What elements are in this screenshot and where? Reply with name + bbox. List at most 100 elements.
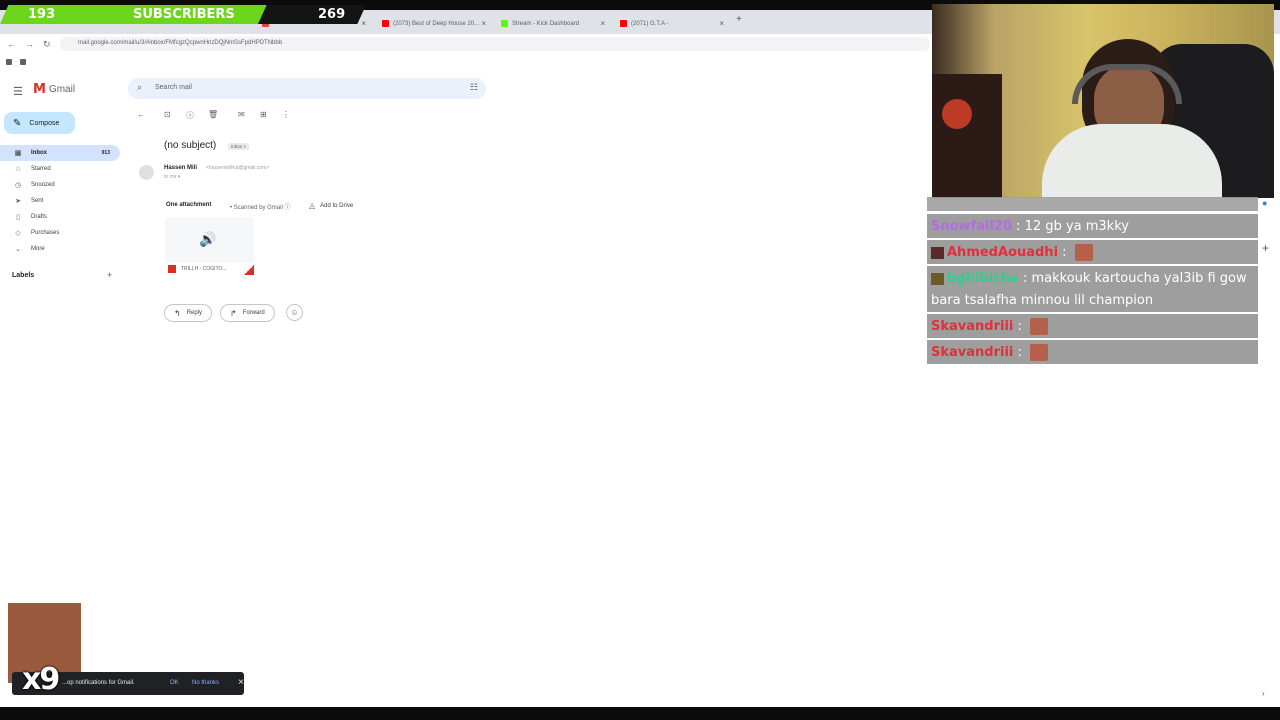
search-input[interactable]: ⌕ Search mail ☷: [128, 78, 486, 99]
tab-label: (2071) G.T.A -: [631, 20, 669, 27]
add-panel-icon[interactable]: +: [1262, 241, 1269, 255]
sidebar: ▣ Inbox 913 ☆ Starred ◷ Snoozed ➤ Sent ▯…: [0, 145, 124, 257]
forward-button[interactable]: ↱ Forward: [220, 304, 275, 322]
sidebar-item-purchases[interactable]: ◇ Purchases: [0, 225, 124, 241]
reload-icon[interactable]: ↻: [43, 39, 51, 50]
attachment-filename: TRILLH - COGITO...: [181, 266, 227, 272]
reply-button[interactable]: ↰ Reply: [164, 304, 213, 322]
subscriber-label: SUBSCRIBERS: [133, 7, 235, 22]
new-tab-icon[interactable]: +: [736, 14, 742, 25]
no-thanks-button[interactable]: No thanks: [192, 680, 219, 686]
close-icon[interactable]: ×: [719, 19, 724, 28]
search-icon[interactable]: ⌕: [137, 82, 142, 93]
chat-username: Skavandriii: [931, 319, 1014, 334]
mark-unread-icon[interactable]: ✉: [238, 110, 245, 119]
attachment-heading: One attachment: [166, 202, 211, 208]
move-to-icon[interactable]: ⊞: [260, 110, 267, 119]
add-label-icon[interactable]: +: [107, 270, 112, 280]
sidebar-item-more[interactable]: ⌄ More: [0, 241, 124, 257]
sidebar-item-sent[interactable]: ➤ Sent: [0, 193, 124, 209]
sidebar-item-starred[interactable]: ☆ Starred: [0, 161, 124, 177]
laughing-emote-icon: [1074, 244, 1093, 261]
recipient-details[interactable]: to me ▾: [164, 174, 180, 180]
browser-tab[interactable]: (2073) Best of Deep House 20... ×: [376, 13, 492, 34]
chat-username: AhmedAouadhi: [947, 245, 1059, 260]
chat-message: AhmedAouadhi :: [927, 240, 1258, 264]
gmail-wordmark: Gmail: [48, 84, 76, 95]
delete-icon[interactable]: 🗑: [208, 110, 218, 119]
sidebar-item-label: Inbox: [31, 150, 47, 156]
chat-text: :: [1013, 319, 1027, 334]
gmail-logo[interactable]: M Gmail: [33, 82, 75, 97]
webcam-person-hoodie: [1042, 124, 1222, 198]
close-icon[interactable]: ×: [600, 19, 605, 28]
forward-label: Forward: [242, 310, 265, 316]
chat-text: :: [1013, 345, 1027, 360]
add-to-drive-label: Add to Drive: [320, 202, 354, 209]
youtube-icon: [620, 20, 627, 27]
chat-username: Snowfall20: [931, 219, 1012, 234]
add-to-drive-button[interactable]: ◬ Add to Drive: [309, 201, 353, 210]
scroll-down-icon[interactable]: ›: [1262, 689, 1265, 698]
subscriber-bar-segment: [0, 5, 140, 24]
contacts-icon[interactable]: ●: [1262, 198, 1267, 208]
chat-username: bghibicha: [947, 271, 1019, 286]
sidebar-item-drafts[interactable]: ▯ Drafts: [0, 209, 124, 225]
subscriber-goal: 269: [318, 7, 346, 22]
emote-multiplier: x9: [22, 662, 60, 697]
sword-badge-icon: [931, 246, 944, 259]
chat-message: bghibicha : makkouk kartoucha yal3ib fi …: [927, 266, 1258, 312]
sidebar-item-label: Sent: [31, 198, 44, 204]
inbox-label-badge[interactable]: Inbox ×: [228, 143, 249, 150]
browser-tab[interactable]: (2071) G.T.A - ×: [614, 13, 730, 34]
apps-icon[interactable]: [20, 59, 26, 65]
reply-icon: ↰: [174, 308, 181, 318]
archive-icon[interactable]: ⊡: [164, 110, 171, 119]
search-options-icon[interactable]: ☷: [470, 82, 478, 93]
attachment-count: One attachment: [166, 202, 212, 208]
emoji-reaction-button[interactable]: ☺: [286, 304, 303, 321]
bookmark-icon[interactable]: [6, 59, 12, 65]
sidebar-item-inbox[interactable]: ▣ Inbox 913: [0, 145, 120, 161]
audio-file-icon: 🔊: [199, 231, 217, 247]
drive-icon: ◬: [309, 201, 316, 210]
search-placeholder: Search mail: [155, 84, 192, 91]
tab-label: Stream - Kick Dashboard: [512, 20, 580, 27]
browser-tab[interactable]: Stream - Kick Dashboard ×: [495, 13, 611, 34]
url-field[interactable]: mail.google.com/mail/u/3/#inbox/FMfcgzQc…: [60, 37, 930, 51]
compose-button[interactable]: ✎ Compose: [4, 112, 75, 134]
tag-icon: ◇: [15, 230, 21, 237]
file-type-icon: [168, 265, 176, 273]
gmail-header: ☰ M Gmail ⌕ Search mail ☷: [0, 72, 930, 106]
laughing-emote-icon: [1030, 318, 1049, 335]
forward-arrow-icon[interactable]: →: [25, 39, 34, 49]
labels-heading: Labels: [12, 272, 35, 279]
clock-icon: ◷: [14, 182, 22, 189]
unread-count: 913: [101, 150, 110, 156]
chevron-down-icon: ⌄: [15, 246, 21, 253]
notification-message: ...op notifications for Gmail.: [62, 680, 135, 686]
ok-button[interactable]: OK: [170, 680, 179, 686]
chat-username: Skavandriii: [931, 345, 1014, 360]
hamburger-menu-icon[interactable]: ☰: [13, 85, 23, 98]
attachment-card[interactable]: 🔊 TRILLH - COGITO...: [165, 217, 254, 275]
sidebar-item-label: Snoozed: [31, 182, 55, 188]
back-arrow-icon[interactable]: ←: [137, 110, 145, 119]
file-corner-icon: [244, 265, 254, 275]
sidebar-item-label: Starred: [31, 166, 51, 172]
forward-icon: ↱: [230, 308, 237, 318]
chat-overlay: Snowfall20 : 12 gb ya m3kky AhmedAouadhi…: [926, 197, 1258, 367]
webcam-shelf: [932, 74, 1002, 198]
more-options-icon[interactable]: ⋮: [282, 110, 290, 119]
report-spam-icon[interactable]: ⓘ: [186, 110, 194, 121]
back-arrow-icon[interactable]: ←: [7, 39, 16, 49]
draft-icon: ▯: [16, 214, 20, 221]
close-icon[interactable]: ×: [481, 19, 486, 28]
screen: × (2073) Best of Deep House 20... × Stre…: [0, 0, 1280, 720]
tab-label: (2073) Best of Deep House 20...: [393, 20, 480, 27]
close-icon[interactable]: ×: [238, 677, 244, 688]
chat-message-partial: [927, 197, 1258, 211]
youtube-icon: [382, 20, 389, 27]
sidebar-item-snoozed[interactable]: ◷ Snoozed: [0, 177, 124, 193]
scanned-note: • Scanned by Gmail ⓘ: [230, 205, 291, 211]
